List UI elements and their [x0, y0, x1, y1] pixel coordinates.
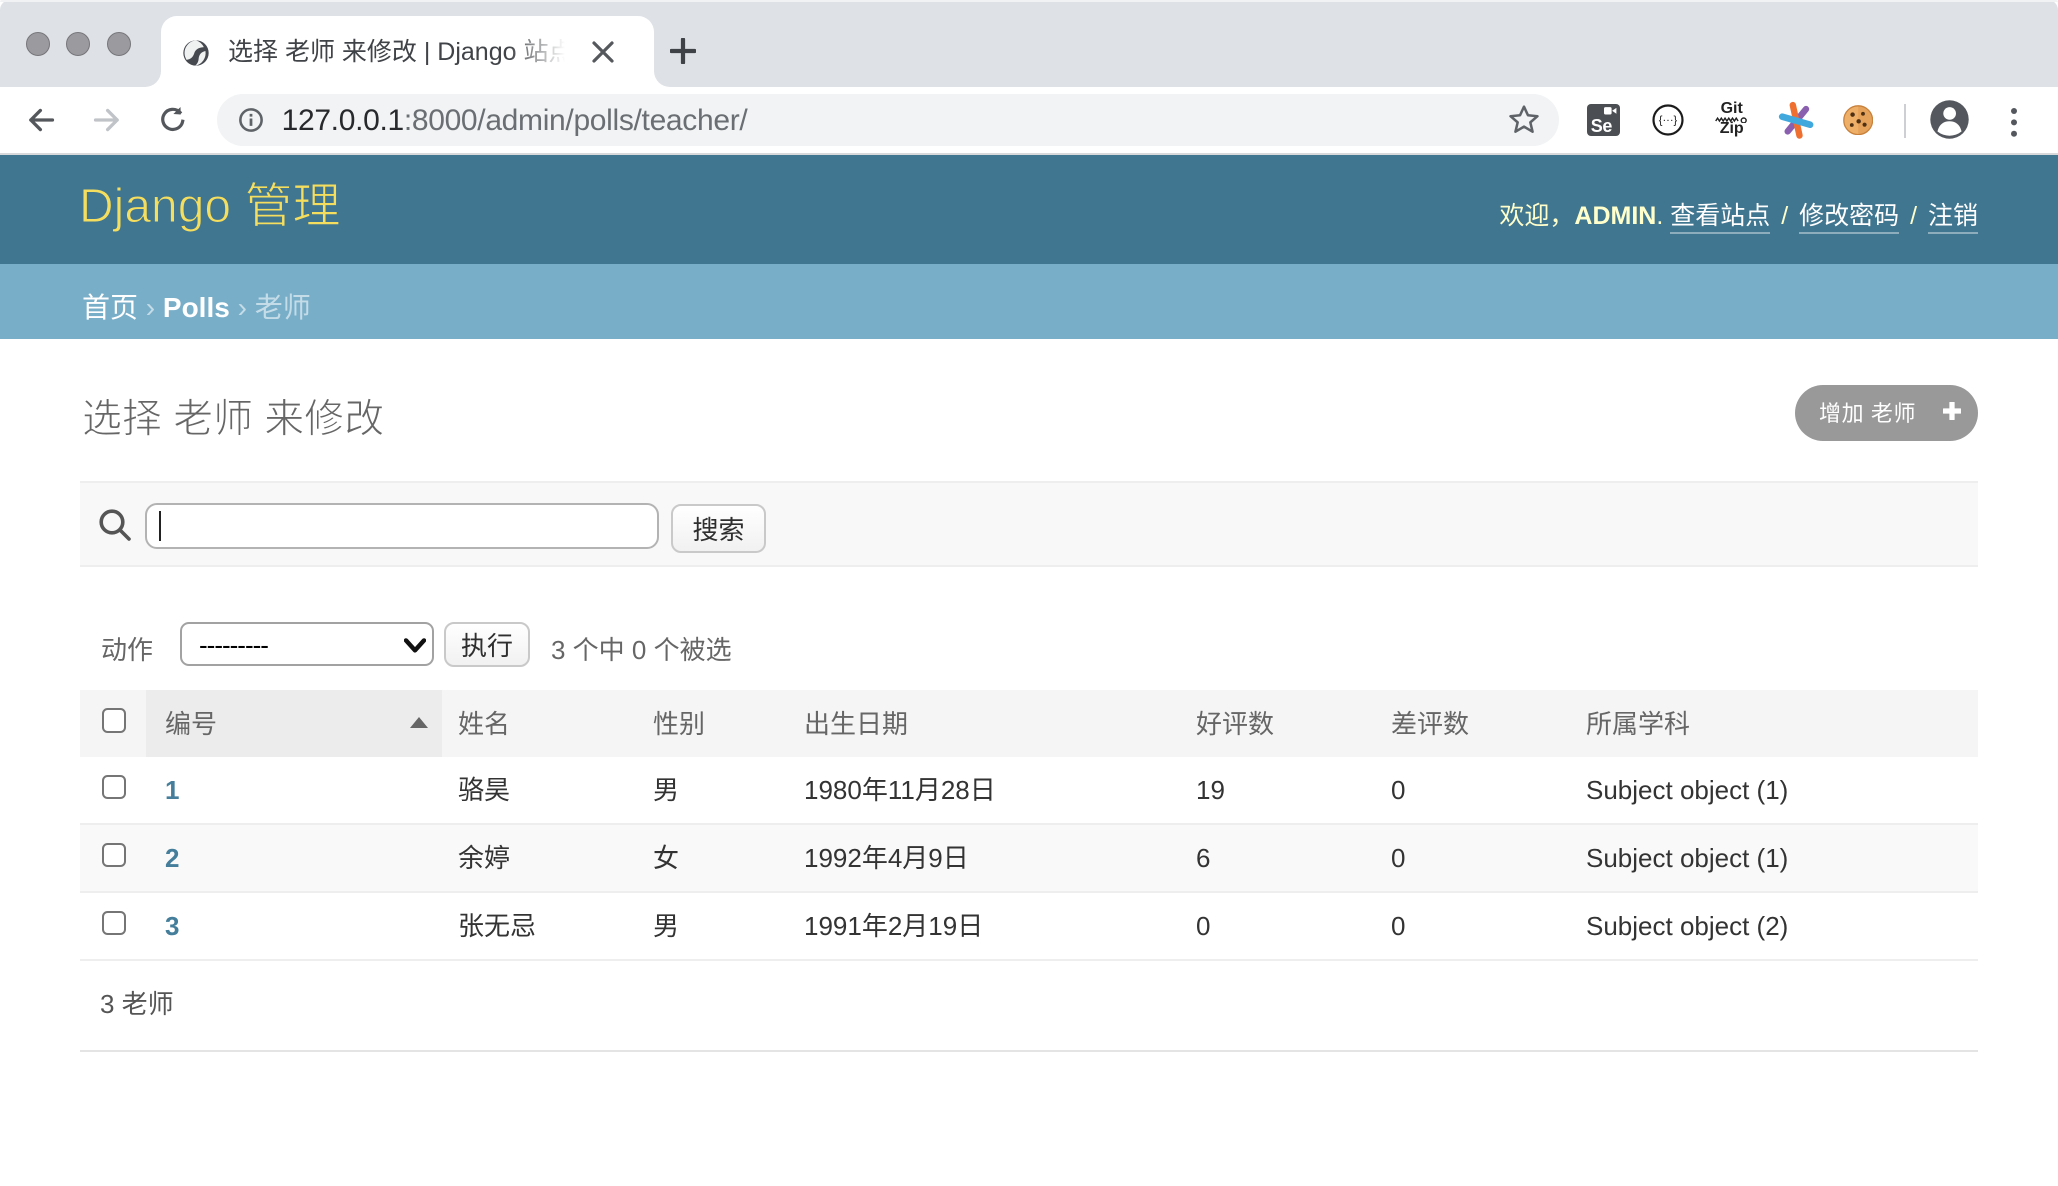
svg-text:{···}: {···} [1659, 115, 1678, 127]
